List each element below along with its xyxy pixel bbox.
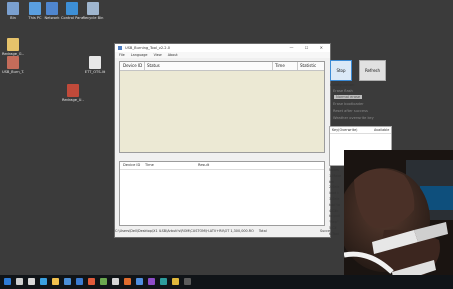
menu-file[interactable]: File [119, 53, 125, 57]
col-available[interactable]: Available [374, 127, 389, 133]
desktop-shortcut-icon [87, 2, 99, 15]
status-path: C:\Users\Dell\Desktop\X1 ILSB\Arbuti's\R… [115, 229, 254, 233]
window-titlebar[interactable]: USB_Burning_Tool_v2.2.0 — ☐ ✕ [115, 44, 330, 52]
taskbar-edge-icon[interactable] [40, 278, 47, 285]
desktop-shortcut-icon [7, 56, 19, 69]
status-total: Total [258, 229, 267, 233]
notes-list: 1.Make bin 2.Sele load t 3.Sele tool to 4.Clic… [329, 174, 341, 238]
overwrite-key-checkbox[interactable]: Weather overwrite key [333, 116, 374, 120]
desktop-shortcut-icon [67, 84, 79, 97]
col-device-id[interactable]: Device ID [123, 62, 142, 70]
notes-panel: Notes 1.Make bin 2.Sele load t 3.Sele tool to… [329, 168, 341, 238]
notes-item: 3.Sele [329, 196, 340, 201]
desktop-icon[interactable]: Control Panel [61, 2, 83, 20]
camera-overlay-photo [344, 150, 453, 289]
hand-with-usb-cable-image [344, 150, 453, 289]
menu-language[interactable]: Language [131, 53, 148, 57]
device-grid-header: Device ID Status Time Statistic [120, 62, 324, 71]
taskbar-app-1-icon[interactable] [88, 278, 95, 285]
taskbar-app-7-icon[interactable] [160, 278, 167, 285]
desktop-shortcut-icon [46, 2, 58, 15]
desktop-icon[interactable]: USB_Burn_T... [2, 56, 24, 74]
desktop-icon[interactable]: Recycle Bin [82, 2, 104, 20]
desktop-icon-label: Bin [10, 16, 16, 20]
device-status-grid[interactable]: Device ID Status Time Statistic [119, 61, 325, 153]
window-title: USB_Burning_Tool_v2.2.0 [125, 46, 171, 50]
status-bar: C:\Users\Dell\Desktop\X1 ILSB\Arbuti's\R… [115, 227, 330, 235]
desktop-shortcut-icon [7, 38, 19, 51]
taskbar-app-9-icon[interactable] [184, 278, 191, 285]
window-controls[interactable]: — ☐ ✕ [290, 44, 328, 52]
col-time[interactable]: Time [275, 62, 285, 70]
taskbar-app-2-icon[interactable] [100, 278, 107, 285]
notes-item: 1.Make [329, 173, 342, 178]
normal-erase-select[interactable]: Normal erase [334, 95, 363, 99]
desktop-icon[interactable]: Bin [2, 2, 24, 20]
desktop-shortcut-icon [66, 2, 78, 15]
taskbar-task-view-icon[interactable] [28, 278, 35, 285]
desktop-shortcut-icon [7, 2, 19, 15]
taskbar-mail-icon[interactable] [76, 278, 83, 285]
desktop-icon[interactable]: Redrage_G... [2, 38, 24, 56]
desktop-icon-label: Redrage_U... [62, 98, 84, 102]
taskbar-app-5-icon[interactable] [136, 278, 143, 285]
menu-about[interactable]: About [168, 53, 178, 57]
notes-item: tool to [329, 202, 340, 207]
key-table-header: Key(Overwrite) Available [330, 127, 391, 134]
menu-view[interactable]: View [154, 53, 162, 57]
desktop-icon-label: ETT_OTS-lit [84, 70, 106, 74]
taskbar-start-icon[interactable] [4, 278, 11, 285]
taskbar-app-3-icon[interactable] [112, 278, 119, 285]
desktop-icon-label: Recycle Bin [82, 16, 104, 20]
taskbar-app-8-icon[interactable] [172, 278, 179, 285]
col-result-device-id[interactable]: Device ID [123, 162, 140, 169]
desktop-icon-label: Control Panel [61, 16, 83, 20]
result-grid-header: Device ID Time Result [120, 162, 324, 170]
desktop-icon-label: USB_Burn_T... [2, 70, 24, 74]
notes-item: 6.Tool [329, 231, 339, 236]
result-log-grid[interactable]: Device ID Time Result [119, 161, 325, 226]
desktop-shortcut-icon [29, 2, 41, 15]
desktop-icon[interactable]: Network [41, 2, 63, 20]
desktop-icon[interactable]: Redrage_U... [62, 84, 84, 102]
desktop-icon[interactable]: ETT_OTS-lit [84, 56, 106, 74]
erase-flash-checkbox[interactable]: Erase flash [333, 89, 353, 93]
stop-button[interactable]: Stop [330, 60, 352, 81]
col-key-overwrite[interactable]: Key(Overwrite) [332, 127, 357, 133]
taskbar-app-6-icon[interactable] [148, 278, 155, 285]
refresh-button[interactable]: Refresh [359, 60, 386, 81]
menu-bar: File Language View About [115, 52, 330, 58]
taskbar-search-icon[interactable] [16, 278, 23, 285]
col-result-time[interactable]: Time [145, 162, 154, 169]
col-status[interactable]: Status [147, 62, 160, 70]
reset-after-success-checkbox[interactable]: Reset after success [333, 109, 368, 113]
app-icon [118, 46, 122, 50]
configuration-label: Configuration [330, 83, 355, 87]
col-statistic[interactable]: Statistic [300, 62, 316, 70]
taskbar-explorer-icon[interactable] [52, 278, 59, 285]
desktop-shortcut-icon [89, 56, 101, 69]
desktop-icon-label: Network [44, 16, 60, 20]
erase-bootloader-checkbox[interactable]: Erase bootloader [333, 102, 364, 106]
col-result[interactable]: Result [198, 162, 209, 169]
taskbar-store-icon[interactable] [64, 278, 71, 285]
taskbar-app-4-icon[interactable] [124, 278, 131, 285]
taskbar [0, 275, 453, 289]
